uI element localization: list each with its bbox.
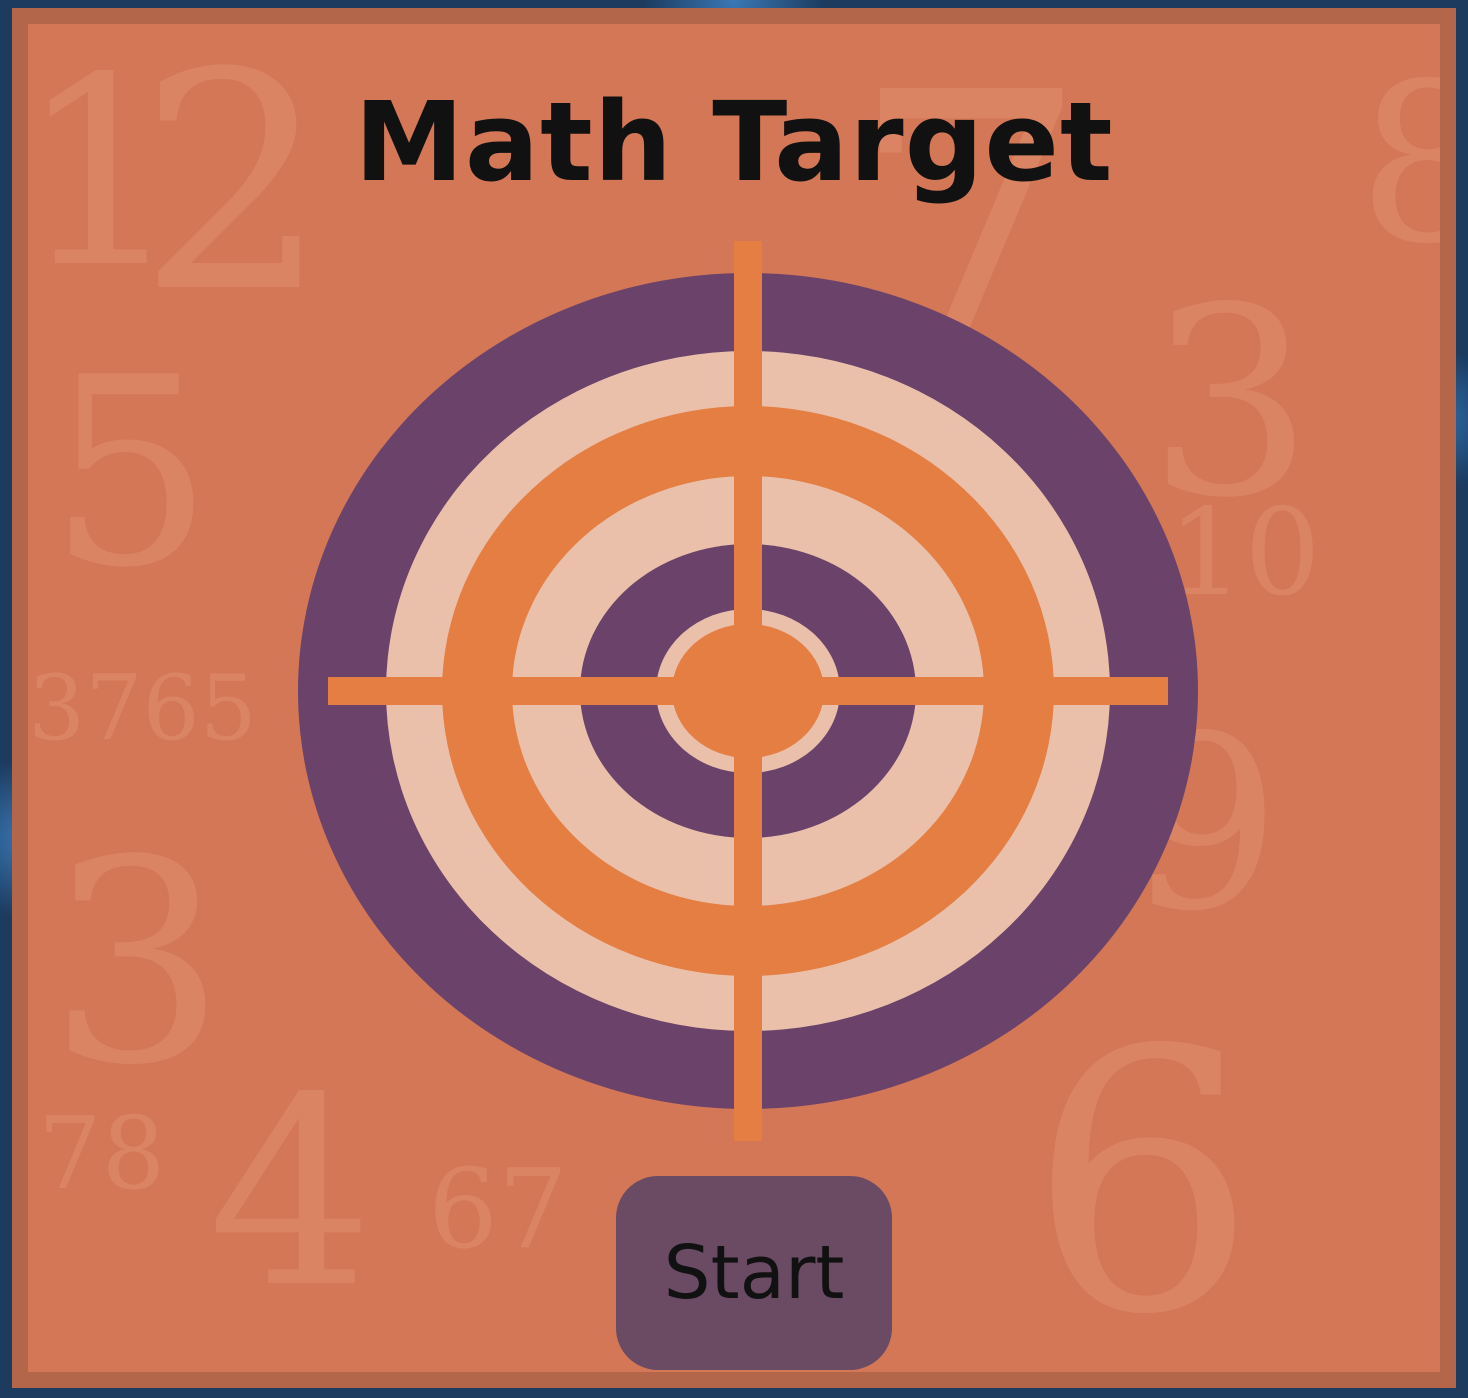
game-panel: 1 2 5 3765 3 78 4 3 10 9 6 8 7 67 Math T… [12, 8, 1456, 1388]
start-button[interactable]: Start [616, 1176, 892, 1370]
game-title: Math Target [354, 78, 1114, 206]
target-icon [298, 241, 1198, 1141]
